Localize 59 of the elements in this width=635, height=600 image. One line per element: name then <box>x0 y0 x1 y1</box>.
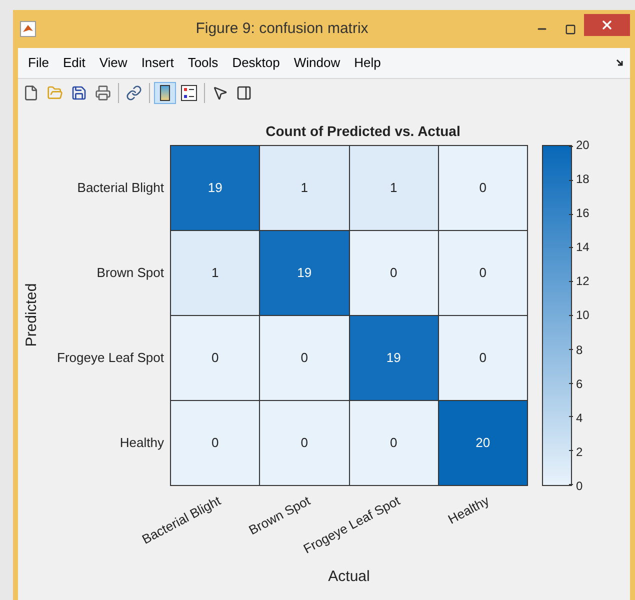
close-button[interactable] <box>584 14 630 36</box>
menu-item[interactable]: Window <box>294 53 340 73</box>
colorbar-tick-label: 6 <box>576 376 584 391</box>
dock-arrow-icon <box>616 59 624 67</box>
row-label: Frogeye Leaf Spot <box>57 348 164 367</box>
colorbar-tick-label: 20 <box>576 138 590 152</box>
y-axis-label: Predicted <box>22 283 41 347</box>
new-file-icon <box>23 84 39 100</box>
colorbar-tick-label: 4 <box>576 410 584 425</box>
save-icon <box>71 84 87 100</box>
row-label: Healthy <box>120 434 164 452</box>
panel-icon <box>236 84 252 100</box>
close-icon <box>600 18 614 32</box>
heatmap-cell: 0 <box>438 231 527 315</box>
heatmap-cell: 0 <box>171 316 260 400</box>
heatmap-cell: 1 <box>260 146 348 230</box>
folder-icon <box>47 84 63 100</box>
colorbar-tick-label: 14 <box>576 240 590 254</box>
heatmap-cell: 0 <box>350 401 438 485</box>
heatmap-cell: 20 <box>438 401 527 485</box>
menu-item[interactable]: View <box>99 53 128 73</box>
row-label: Bacterial Blight <box>77 178 164 197</box>
heatmap-cell: 19 <box>171 146 260 230</box>
heatmap-cell: 0 <box>260 316 348 400</box>
printer-icon <box>95 84 111 100</box>
column-label: Brown Spot <box>245 492 312 538</box>
heatmap-cell: 0 <box>260 401 348 485</box>
maximize-icon <box>564 24 576 34</box>
colorbar-tick-label: 8 <box>576 342 584 357</box>
row-label: Brown Spot <box>96 264 164 282</box>
colorbar-tick-label: 2 <box>576 444 584 459</box>
menu-item[interactable]: Desktop <box>232 53 280 73</box>
heatmap-cell: 0 <box>171 401 260 485</box>
app-logo-icon <box>20 21 36 37</box>
colorbar-icon <box>160 84 170 100</box>
heatmap-cell: 0 <box>438 316 527 400</box>
menu-item[interactable]: Help <box>354 53 381 73</box>
plot-title: Count of Predicted vs. Actual <box>264 123 462 139</box>
x-axis-label: Actual <box>327 568 371 586</box>
menu-item[interactable]: Tools <box>188 53 218 73</box>
heatmap-cell: 19 <box>350 316 438 400</box>
colorbar-tick-label: 10 <box>576 308 590 322</box>
heatmap-cell: 0 <box>350 231 438 315</box>
heatmap-cell: 0 <box>438 146 527 230</box>
heatmap-cell: 19 <box>260 231 348 315</box>
legend-icon <box>181 84 197 100</box>
colorbar-tick-label: 12 <box>576 274 590 288</box>
menu-item[interactable]: Edit <box>62 53 86 73</box>
colorbar-tick-label: 16 <box>576 206 590 220</box>
menu-item[interactable]: File <box>28 53 49 73</box>
menu-item[interactable]: Insert <box>141 53 174 73</box>
colorbar-tick-label: 18 <box>576 172 590 186</box>
colorbar-tick-label: 0 <box>576 478 584 493</box>
toolbar-button[interactable] <box>154 82 176 104</box>
window-title: Figure 9: confusion matrix <box>194 18 370 39</box>
pointer-icon <box>212 84 228 100</box>
heatmap-cell: 1 <box>350 146 438 230</box>
link-icon <box>126 84 142 100</box>
heatmap-cell: 1 <box>171 231 260 315</box>
